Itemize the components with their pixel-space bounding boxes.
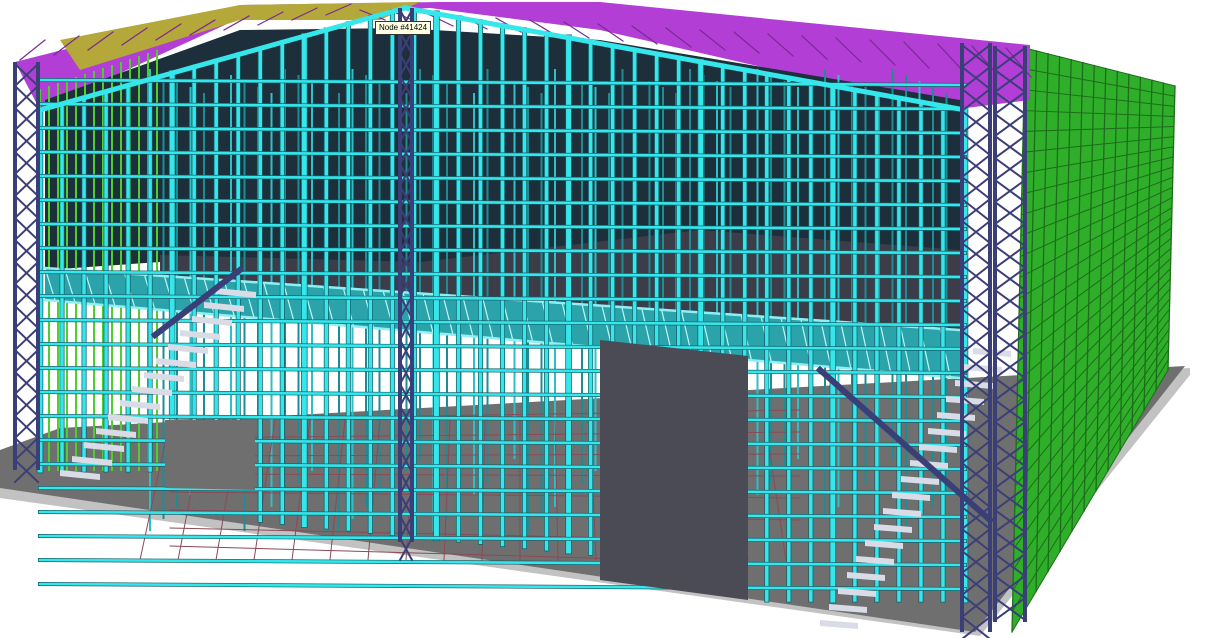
door-opening-left: [165, 420, 255, 490]
stair-tread: [820, 620, 858, 629]
side-wall-green-cladding: [1011, 47, 1176, 633]
3d-model-viewport[interactable]: [0, 0, 1218, 638]
stair-tread: [192, 316, 232, 326]
node-tooltip: Node #41424: [375, 21, 432, 35]
door-opening-center: [600, 340, 748, 600]
